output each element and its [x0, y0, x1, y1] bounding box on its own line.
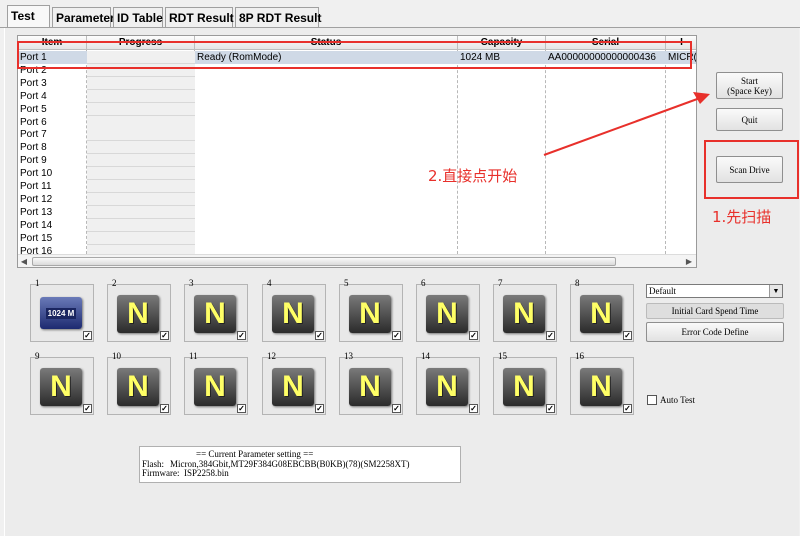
arrow-line — [543, 97, 701, 156]
arrow-head-icon — [693, 92, 710, 104]
annotation-step1: 1.先扫描 — [712, 208, 772, 226]
highlight-scan-button — [704, 140, 799, 199]
annotation-step2: 2.直接点开始 — [428, 167, 518, 185]
annotation-overlay — [17, 41, 799, 199]
highlight-port1-row — [17, 41, 692, 69]
